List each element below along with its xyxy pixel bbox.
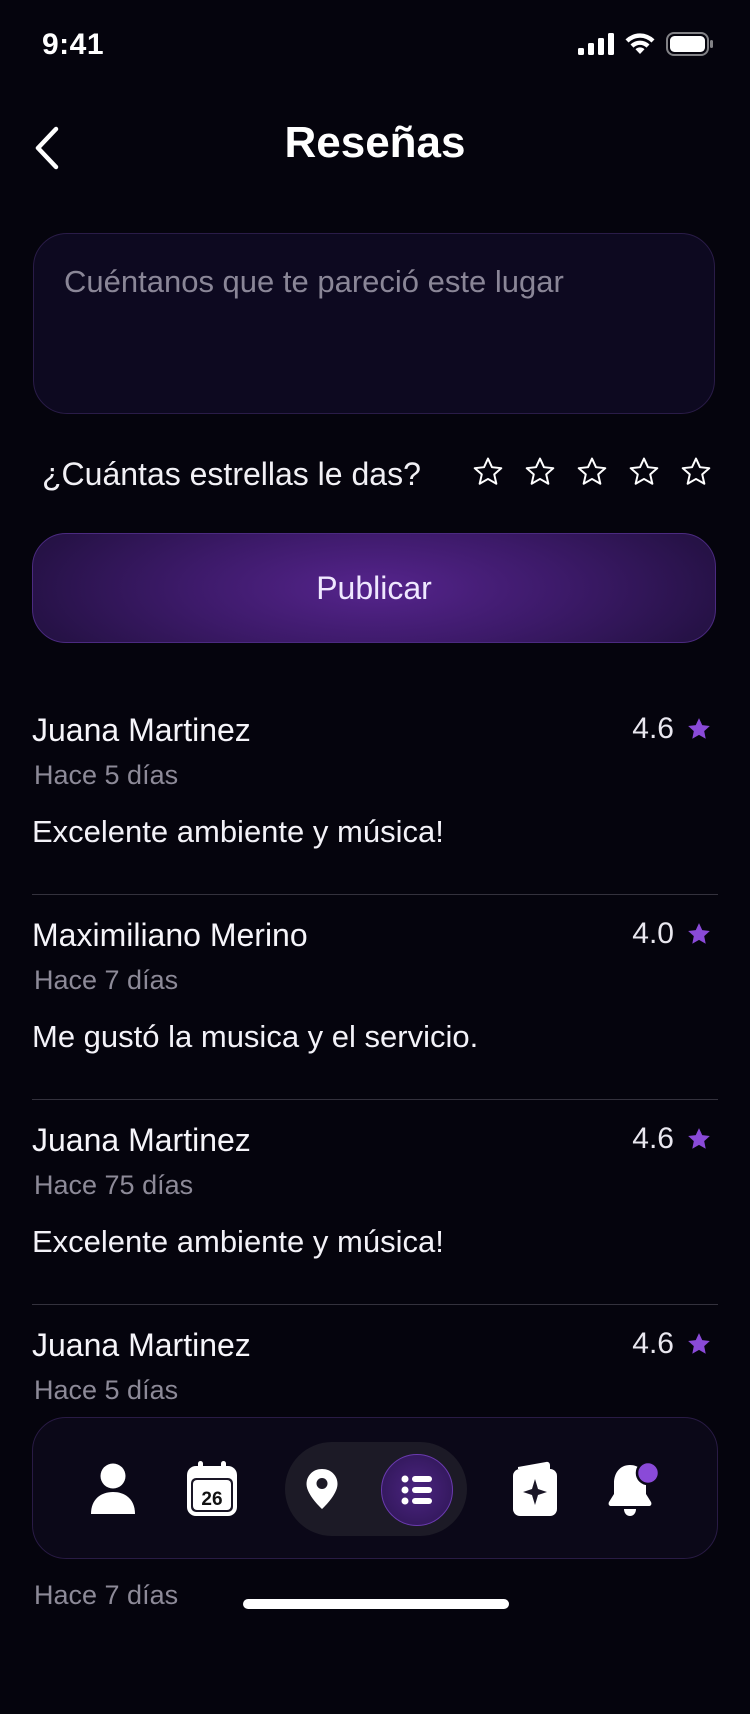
review-score-value: 4.6 bbox=[632, 1327, 674, 1360]
publish-button[interactable]: Publicar bbox=[32, 533, 716, 643]
review-time: Hace 7 días bbox=[34, 965, 179, 995]
bell-icon bbox=[608, 1461, 661, 1516]
reviewer-name: Juana Martinez bbox=[32, 1122, 251, 1158]
wifi-icon bbox=[625, 33, 655, 54]
review-text: Me gustó la musica y el servicio. bbox=[32, 1019, 479, 1054]
review-time: Hace 5 días bbox=[34, 1375, 179, 1405]
review-text-input[interactable] bbox=[33, 233, 715, 414]
review-text: Excelente ambiente y música! bbox=[32, 814, 444, 849]
cellular-signal-icon bbox=[578, 33, 614, 55]
review-score-value: 4.6 bbox=[632, 1122, 674, 1155]
review-score: 4.6 bbox=[632, 1122, 712, 1156]
status-icons bbox=[578, 32, 714, 56]
star-filled-icon bbox=[688, 1333, 710, 1354]
list-icon bbox=[401, 1475, 432, 1505]
reviewer-name: Maximiliano Merino bbox=[32, 917, 308, 953]
battery-icon bbox=[666, 32, 713, 56]
nav-notifications[interactable] bbox=[599, 1418, 669, 1560]
bottom-nav: 26 bbox=[32, 1417, 718, 1559]
status-time: 9:41 bbox=[42, 28, 105, 61]
wallet-sparkle-icon bbox=[513, 1461, 557, 1516]
star-filled-icon bbox=[688, 923, 710, 944]
review-score-value: 4.0 bbox=[632, 917, 674, 950]
nav-list[interactable] bbox=[381, 1454, 453, 1526]
review-time: Hace 75 días bbox=[34, 1170, 194, 1200]
page-title: Reseñas bbox=[284, 118, 466, 167]
star-4-button[interactable] bbox=[626, 453, 662, 491]
nav-calendar[interactable]: 26 bbox=[177, 1418, 247, 1560]
review-item: Juana Martinez Hace 75 días Excelente am… bbox=[32, 1100, 718, 1305]
review-time: Hace 7 días bbox=[34, 1580, 179, 1610]
nav-location[interactable] bbox=[287, 1418, 357, 1560]
rating-prompt: ¿Cuántas estrellas le das? bbox=[42, 456, 421, 492]
review-text: Excelente ambiente y música! bbox=[32, 1224, 444, 1259]
star-outline-icon bbox=[629, 457, 659, 485]
profile-icon bbox=[91, 1463, 135, 1514]
reviewer-name: Juana Martinez bbox=[32, 1327, 251, 1363]
home-indicator bbox=[243, 1599, 509, 1609]
star-outline-icon bbox=[577, 457, 607, 485]
review-item: Juana Martinez Hace 5 días Excelente amb… bbox=[32, 690, 718, 895]
location-pin-icon bbox=[306, 1469, 338, 1509]
star-outline-icon bbox=[473, 457, 503, 485]
nav-profile[interactable] bbox=[78, 1418, 148, 1560]
review-time: Hace 5 días bbox=[34, 760, 179, 790]
review-score-value: 4.6 bbox=[632, 712, 674, 745]
star-outline-icon bbox=[681, 457, 711, 485]
reviews-list: Juana Martinez Hace 5 días Excelente amb… bbox=[0, 690, 750, 1714]
nav-wallet[interactable] bbox=[500, 1418, 570, 1560]
notification-dot bbox=[635, 1461, 661, 1486]
star-filled-icon bbox=[688, 718, 710, 739]
star-outline-icon bbox=[525, 457, 555, 485]
star-1-button[interactable] bbox=[470, 453, 506, 491]
star-2-button[interactable] bbox=[522, 453, 558, 491]
calendar-icon: 26 bbox=[187, 1461, 237, 1516]
calendar-day: 26 bbox=[201, 1489, 222, 1510]
star-filled-icon bbox=[688, 1128, 710, 1149]
review-score: 4.6 bbox=[632, 1327, 712, 1361]
star-3-button[interactable] bbox=[574, 453, 610, 491]
review-score: 4.0 bbox=[632, 917, 712, 951]
star-5-button[interactable] bbox=[678, 453, 714, 491]
reviewer-name: Juana Martinez bbox=[32, 712, 251, 748]
star-rating-input bbox=[470, 453, 714, 491]
review-score: 4.6 bbox=[632, 712, 712, 746]
review-item: Maximiliano Merino Hace 7 días Me gustó … bbox=[32, 895, 718, 1100]
